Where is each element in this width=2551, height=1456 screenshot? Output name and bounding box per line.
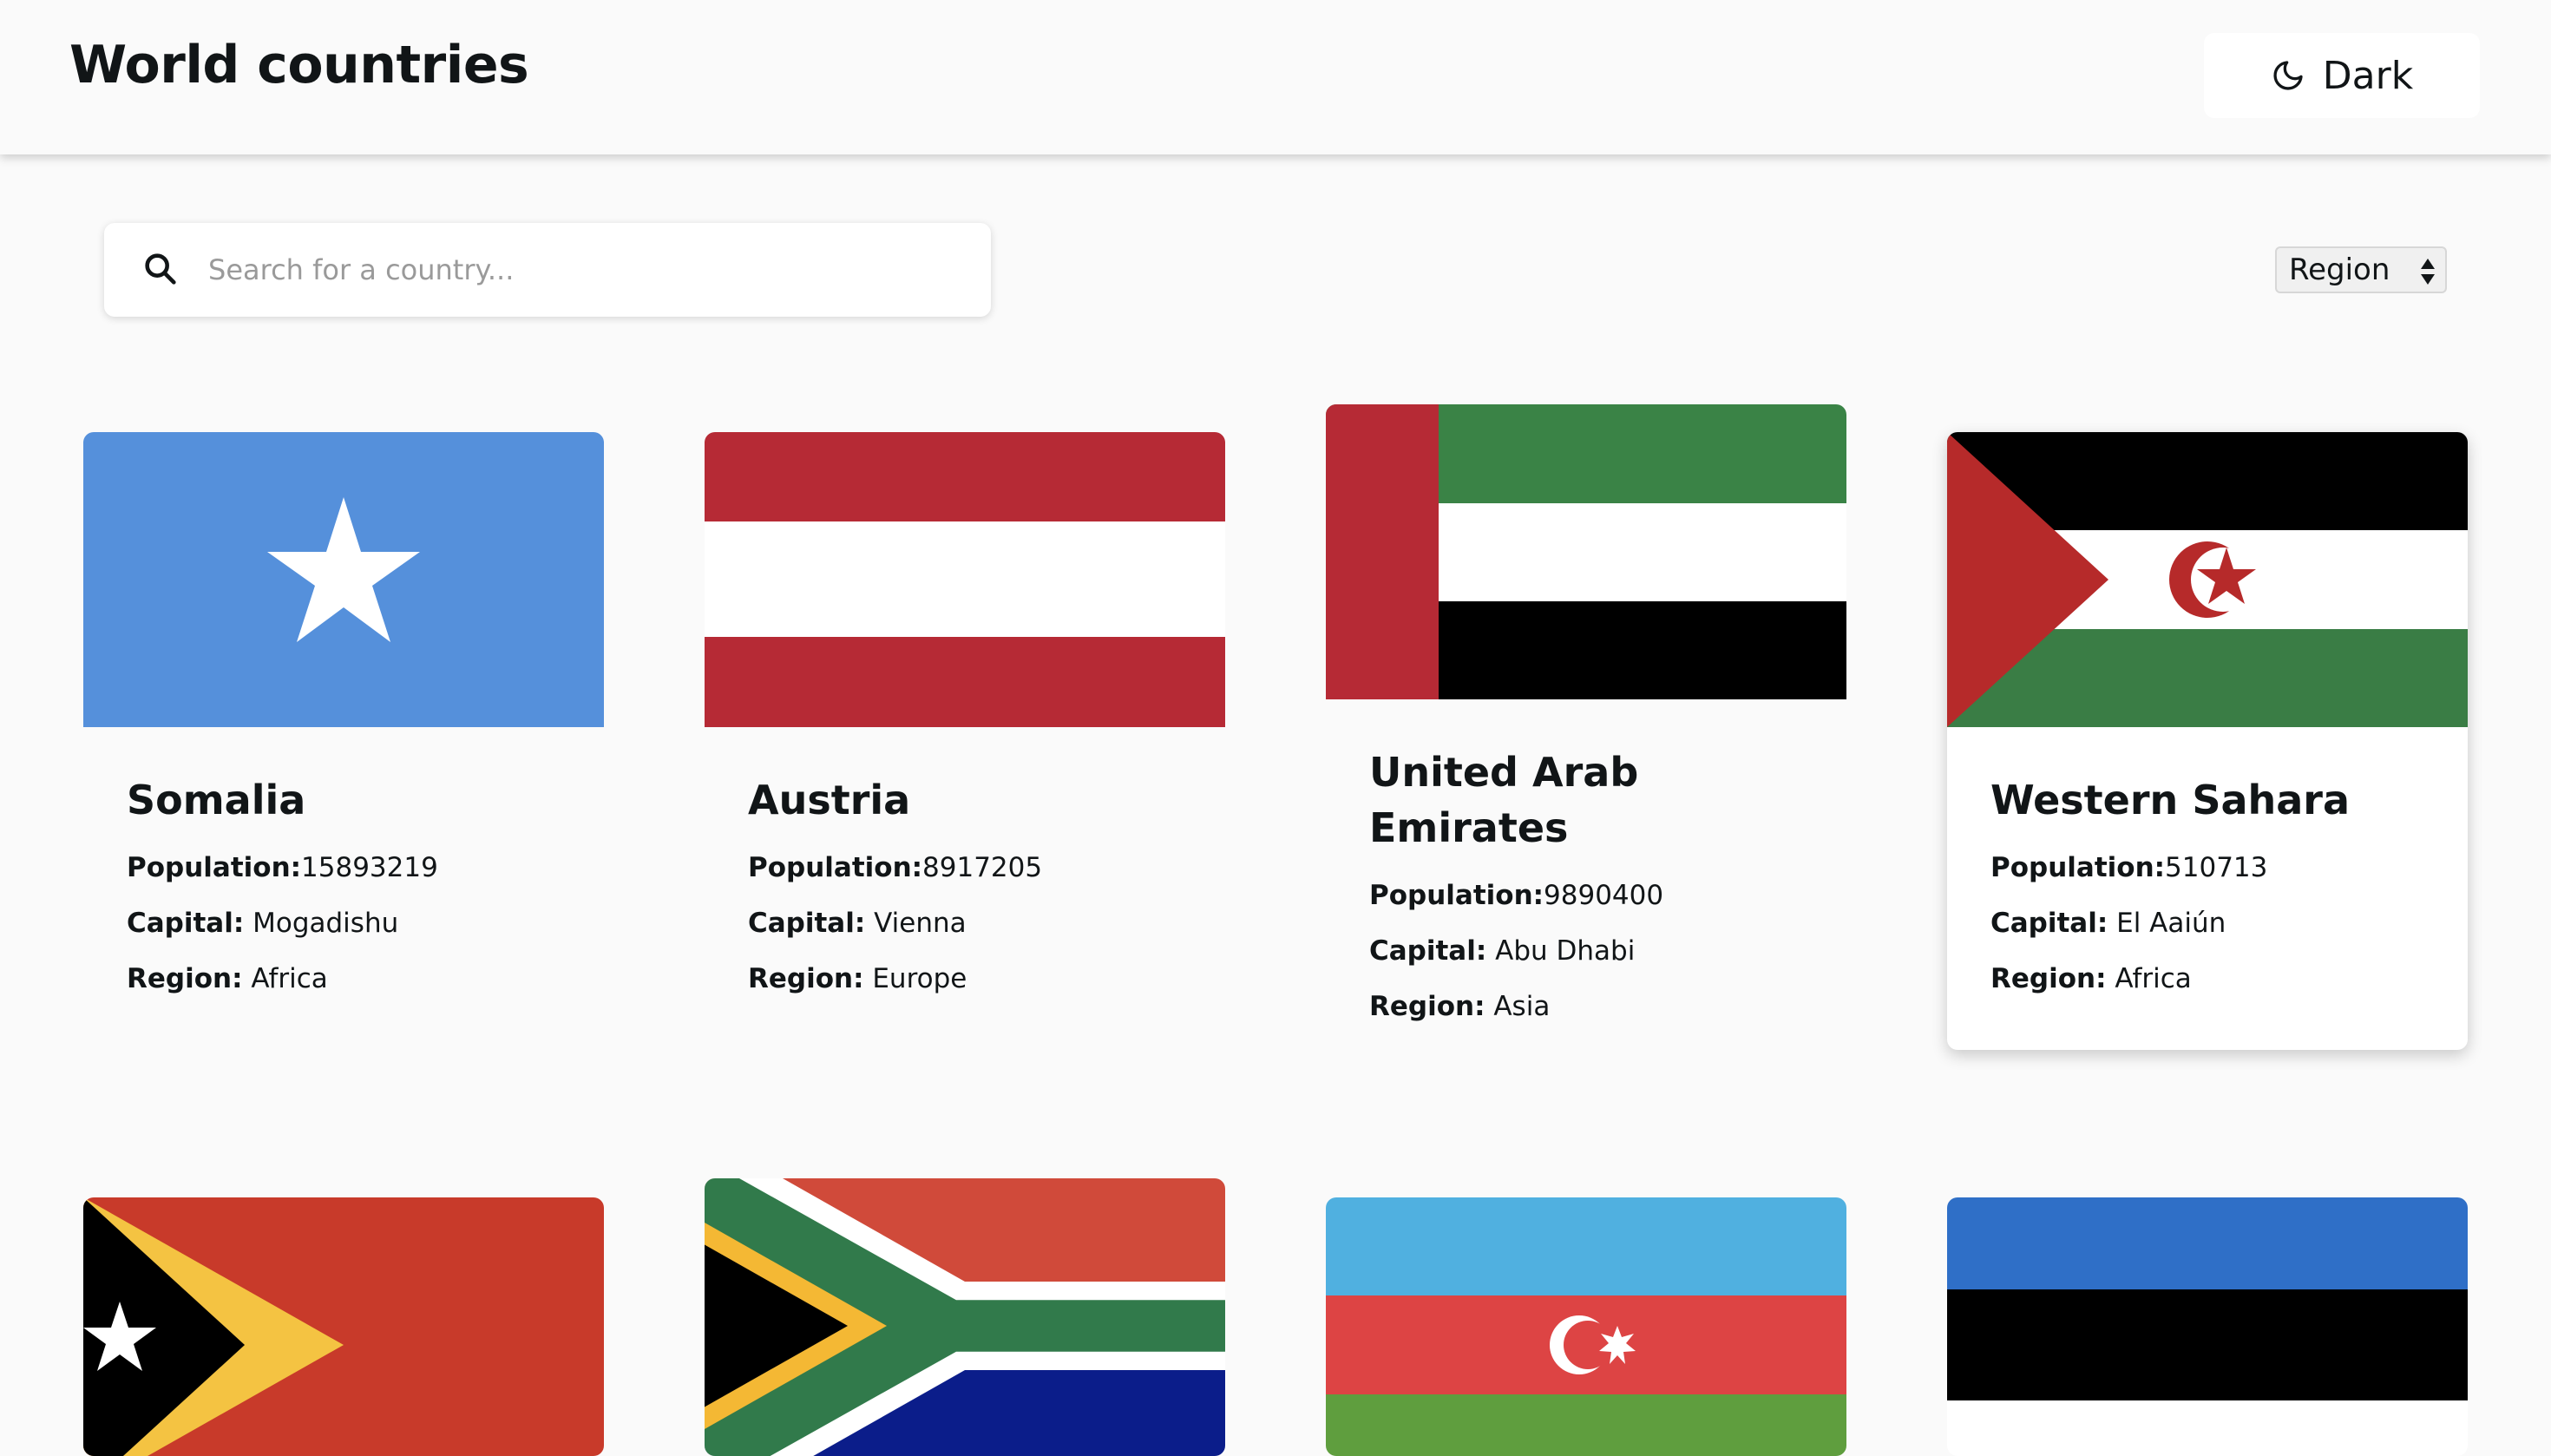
search-box — [104, 223, 991, 317]
country-card-timor-leste[interactable] — [83, 1197, 604, 1456]
country-card-south-africa[interactable] — [705, 1178, 1225, 1456]
app-title: World countries — [69, 35, 529, 95]
estonia-flag — [1947, 1197, 2468, 1456]
header: World countries Dark — [0, 0, 2551, 154]
search-input[interactable] — [208, 242, 954, 298]
country-name: United Arab Emirates — [1369, 749, 1639, 851]
population-row: Population:15893219 — [127, 852, 438, 883]
country-card-somalia[interactable]: Somalia Population:15893219 Capital: Mog… — [83, 432, 604, 1050]
country-card-uae[interactable]: United Arab Emirates Population:9890400 … — [1326, 404, 1846, 1078]
western-sahara-flag — [1947, 432, 2468, 727]
region-row: Region: Africa — [127, 963, 328, 994]
country-card-estonia[interactable] — [1947, 1197, 2468, 1456]
country-card-azerbaijan[interactable] — [1326, 1197, 1846, 1456]
region-select-value: Region — [2289, 253, 2390, 287]
country-name: Austria — [748, 777, 911, 823]
capital-row: Capital: El Aaiún — [1990, 908, 2226, 939]
capital-row: Capital: Mogadishu — [127, 908, 399, 939]
region-select[interactable]: Region — [2275, 246, 2447, 293]
capital-row: Capital: Abu Dhabi — [1369, 935, 1636, 967]
dark-mode-toggle[interactable]: Dark — [2204, 33, 2480, 118]
austria-flag — [705, 432, 1225, 727]
region-row: Region: Asia — [1369, 991, 1551, 1022]
population-row: Population:8917205 — [748, 852, 1043, 883]
region-row: Region: Africa — [1990, 963, 2192, 994]
country-card-western-sahara[interactable]: Western Sahara Population:510713 Capital… — [1947, 432, 2468, 1050]
country-name: Somalia — [127, 777, 306, 823]
select-arrows-icon — [2421, 259, 2435, 285]
moon-icon — [2273, 61, 2303, 90]
somalia-flag — [83, 432, 604, 727]
region-row: Region: Europe — [748, 963, 967, 994]
azerbaijan-flag — [1326, 1197, 1846, 1456]
search-icon — [145, 253, 176, 285]
country-name: Western Sahara — [1990, 777, 2350, 823]
dark-mode-label: Dark — [2322, 53, 2414, 98]
uae-flag — [1326, 404, 1846, 699]
capital-row: Capital: Vienna — [748, 908, 967, 939]
south-africa-flag — [705, 1178, 1225, 1456]
population-row: Population:9890400 — [1369, 880, 1664, 911]
country-card-austria[interactable]: Austria Population:8917205 Capital: Vien… — [705, 432, 1225, 1050]
timor-leste-flag — [83, 1197, 604, 1456]
population-row: Population:510713 — [1990, 852, 2268, 883]
